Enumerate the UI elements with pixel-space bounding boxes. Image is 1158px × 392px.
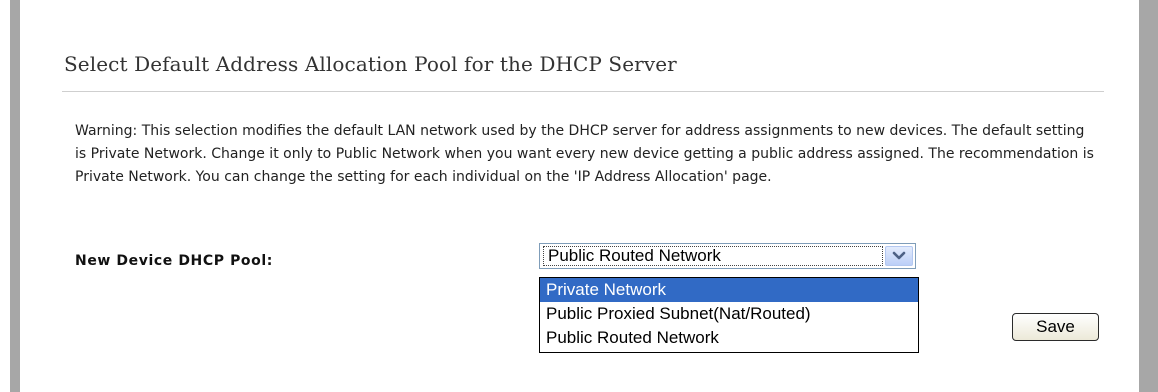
dropdown-button[interactable] (885, 246, 913, 266)
right-frame-border (1139, 0, 1158, 392)
option-public-proxied-subnet[interactable]: Public Proxied Subnet(Nat/Routed) (540, 302, 918, 326)
left-frame-border (10, 0, 20, 392)
chevron-down-icon (892, 251, 906, 260)
dhcp-pool-label: New Device DHCP Pool: (75, 253, 273, 269)
main-content: Select Default Address Allocation Pool f… (20, 0, 1139, 392)
option-private-network[interactable]: Private Network (540, 278, 918, 302)
save-button[interactable]: Save (1012, 313, 1099, 341)
dhcp-pool-options-list: Private Network Public Proxied Subnet(Na… (539, 277, 919, 353)
option-public-routed-network[interactable]: Public Routed Network (540, 326, 918, 350)
dhcp-pool-selected-value: Public Routed Network (543, 246, 883, 266)
section-title: Select Default Address Allocation Pool f… (64, 52, 677, 76)
title-divider (62, 91, 1104, 92)
warning-text: Warning: This selection modifies the def… (75, 123, 1094, 185)
dhcp-pool-select[interactable]: Public Routed Network (539, 243, 916, 269)
